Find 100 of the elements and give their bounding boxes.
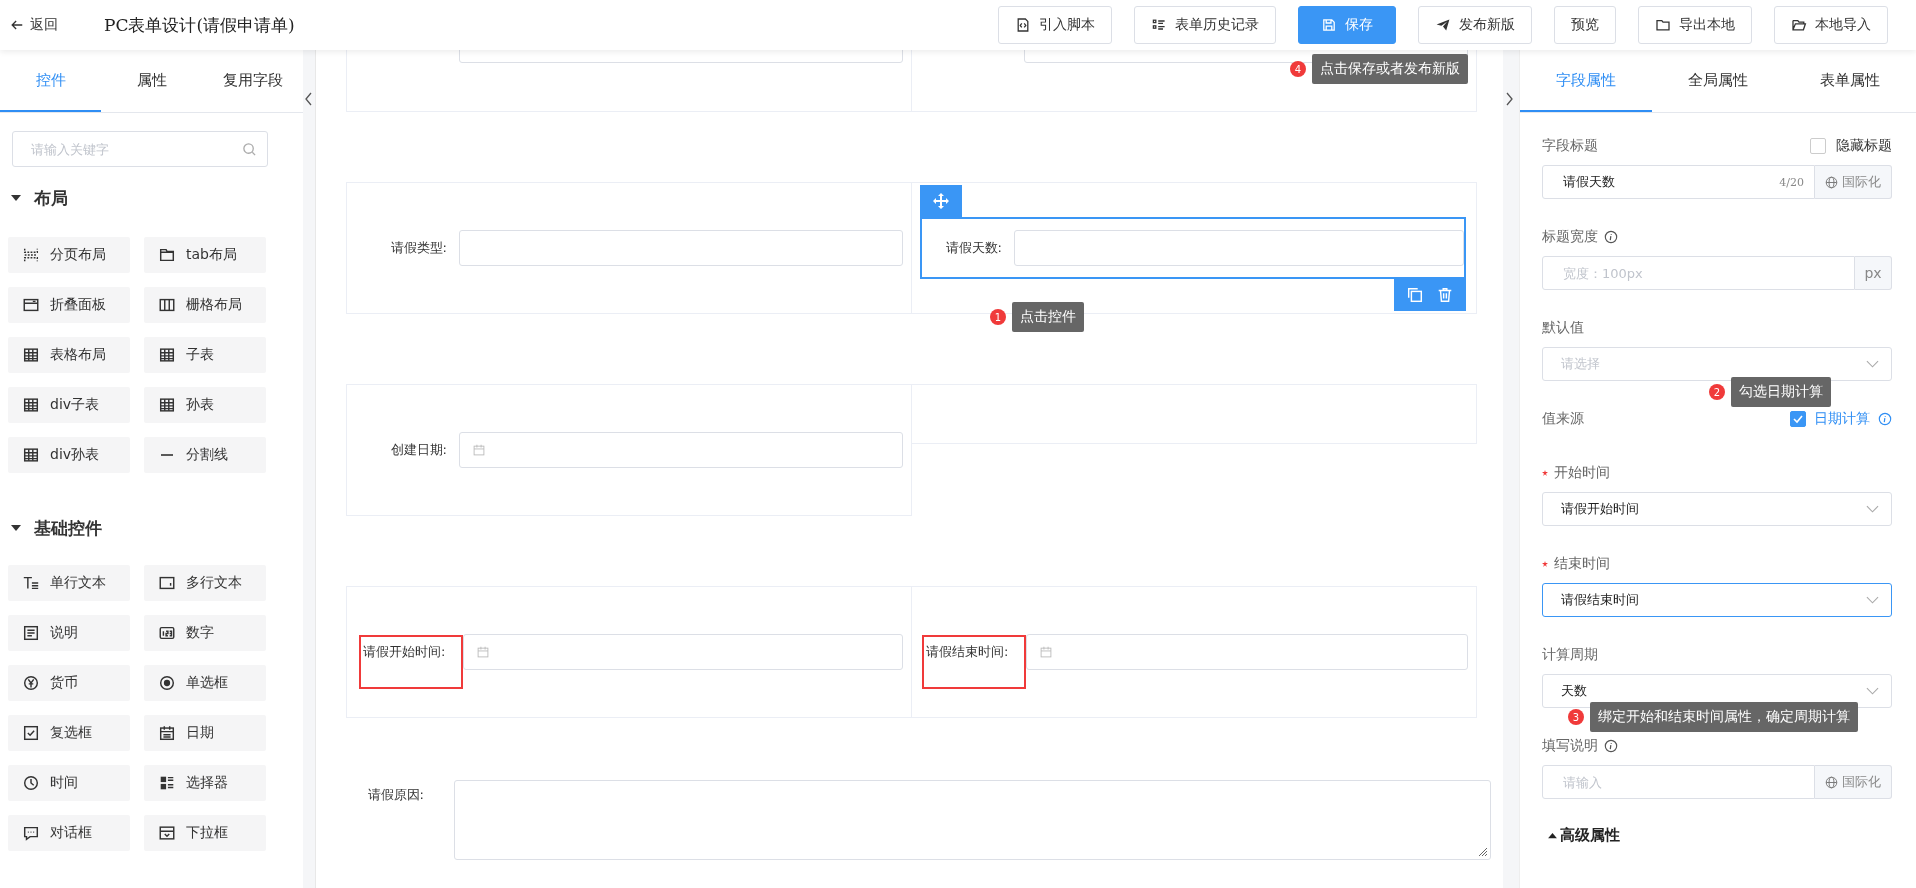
widget-item[interactable]: 多行文本: [144, 565, 266, 601]
property-label: 标题宽度: [1542, 228, 1598, 246]
globe-icon: [1825, 775, 1838, 789]
widget-item[interactable]: 孙表: [144, 387, 266, 423]
table-icon: [158, 346, 176, 364]
widget-item[interactable]: 子表: [144, 337, 266, 373]
field-label: 请假开始时间:: [359, 635, 463, 689]
widget-item[interactable]: 栅格布局: [144, 287, 266, 323]
list-icon: [158, 774, 176, 792]
calendar-icon: [158, 724, 176, 742]
widget-item[interactable]: 单选框: [144, 665, 266, 701]
tooltip: 点击控件: [1012, 302, 1084, 332]
group-title: 基础控件: [34, 516, 102, 540]
calendar-icon: [1039, 645, 1053, 659]
section-title: 高级属性: [1560, 826, 1620, 845]
panel-tab[interactable]: 复用字段: [202, 50, 303, 112]
search-box[interactable]: 请输入关键字: [12, 131, 268, 167]
paper-plane-icon: [1435, 17, 1451, 33]
addon-button[interactable]: 国际化: [1815, 165, 1892, 199]
character-counter: 4/20: [1779, 175, 1804, 189]
back-link[interactable]: 返回: [10, 16, 58, 34]
field-label: 创建日期:: [389, 441, 448, 459]
window-icon: [22, 296, 40, 314]
toolbar-button[interactable]: 表单历史记录: [1134, 6, 1276, 44]
field-label: 请假原因:: [366, 786, 424, 804]
select-field[interactable]: 请假开始时间: [1542, 492, 1892, 526]
checkbox[interactable]: 隐藏标题: [1810, 137, 1892, 155]
widget-item[interactable]: 选择器: [144, 765, 266, 801]
globe-icon: [1825, 175, 1838, 189]
move-handle[interactable]: [920, 185, 962, 217]
chevron-down-icon: [1866, 596, 1879, 604]
text-lines-icon: [22, 574, 40, 592]
resize-grip-icon[interactable]: [1478, 847, 1488, 857]
checkbox-label: 隐藏标题: [1836, 137, 1892, 155]
toolbar-button[interactable]: 导出本地: [1638, 6, 1752, 44]
widget-item[interactable]: 折叠面板: [8, 287, 130, 323]
copy-icon[interactable]: [1406, 286, 1424, 304]
textarea-field[interactable]: [454, 780, 1491, 860]
input-field[interactable]: [459, 432, 903, 468]
addon-button[interactable]: 国际化: [1815, 765, 1892, 799]
widget-item[interactable]: 对话框: [8, 815, 130, 851]
coin-icon: [22, 674, 40, 692]
textarea-icon: [158, 574, 176, 592]
toolbar-button[interactable]: 预览: [1554, 6, 1616, 44]
chevron-down-icon: [1866, 360, 1879, 368]
radio-icon: [158, 674, 176, 692]
property-label: 字段标题: [1542, 137, 1598, 155]
property-label: 默认值: [1542, 319, 1584, 337]
toolbar-button[interactable]: 发布新版: [1418, 6, 1532, 44]
arrow-left-icon: [10, 18, 24, 32]
property-label: 值来源: [1542, 410, 1584, 428]
table-icon: [22, 446, 40, 464]
field-label: 请假结束时间:: [922, 635, 1026, 689]
input-box[interactable]: 请输入: [1542, 765, 1815, 799]
dropdown-box-icon: [158, 824, 176, 842]
input-box[interactable]: 宽度：100px: [1542, 256, 1855, 290]
chevron-down-icon: [1866, 687, 1879, 695]
widget-item[interactable]: 时间: [8, 765, 130, 801]
trash-icon[interactable]: [1436, 286, 1454, 304]
toolbar-button[interactable]: 引入脚本: [998, 6, 1112, 44]
group-title: 布局: [34, 186, 68, 210]
tooltip: 勾选日期计算: [1731, 377, 1831, 407]
input-box[interactable]: 请假天数 4/20: [1542, 165, 1815, 199]
input-field[interactable]: [1026, 634, 1468, 670]
property-label: 计算周期: [1542, 646, 1598, 664]
input-field[interactable]: [459, 230, 903, 266]
widget-item[interactable]: 货币: [8, 665, 130, 701]
select-field[interactable]: 请假结束时间: [1542, 583, 1892, 617]
columns-icon: [158, 296, 176, 314]
widget-item[interactable]: 日期: [144, 715, 266, 751]
panel-tab[interactable]: 表单属性: [1784, 50, 1916, 112]
input-field[interactable]: [1014, 230, 1464, 266]
panel-tab[interactable]: 全局属性: [1652, 50, 1784, 112]
page-title: PC表单设计(请假申请单): [104, 13, 295, 37]
widget-item[interactable]: 下拉框: [144, 815, 266, 851]
widget-item[interactable]: 数字: [144, 615, 266, 651]
chat-bubble-icon: [22, 824, 40, 842]
widget-item[interactable]: 复选框: [8, 715, 130, 751]
toolbar-button[interactable]: 本地导入: [1774, 6, 1888, 44]
panel-tab[interactable]: 控件: [0, 50, 101, 112]
code-file-icon: [1015, 17, 1031, 33]
field-label: 请假天数:: [944, 239, 1003, 257]
dash-icon: [160, 454, 174, 456]
input-field[interactable]: [463, 634, 903, 670]
widget-item[interactable]: 表格布局: [8, 337, 130, 373]
widget-item[interactable]: 分割线: [144, 437, 266, 473]
caret-icon[interactable]: [1548, 832, 1557, 839]
tooltip: 绑定开始和结束时间属性，确定周期计算: [1590, 702, 1858, 732]
panel-tab[interactable]: 属性: [101, 50, 202, 112]
widget-item[interactable]: tab布局: [144, 237, 266, 273]
checkbox-icon[interactable]: [1790, 411, 1806, 427]
widget-item[interactable]: 单行文本: [8, 565, 130, 601]
widget-item[interactable]: 说明: [8, 615, 130, 651]
widget-item[interactable]: div孙表: [8, 437, 130, 473]
folder-icon: [1655, 17, 1671, 33]
widget-item[interactable]: 分页布局: [8, 237, 130, 273]
list-icon: [1151, 17, 1167, 33]
clock-icon: [22, 774, 40, 792]
widget-item[interactable]: div子表: [8, 387, 130, 423]
property-label: 填写说明: [1542, 737, 1598, 755]
